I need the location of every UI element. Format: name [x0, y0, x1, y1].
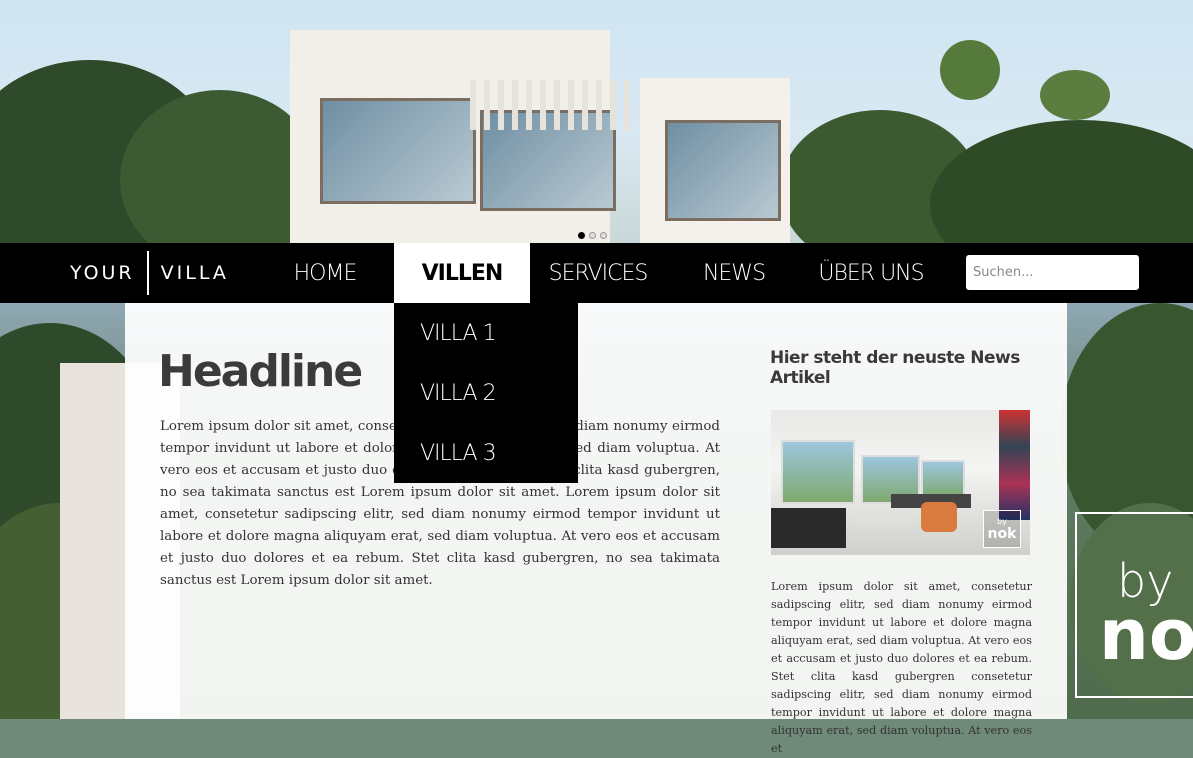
logo-divider — [146, 251, 149, 295]
logo-word-right: VILLA — [160, 262, 229, 284]
nav-item-news[interactable]: NEWS — [672, 243, 796, 303]
villen-dropdown: VILLA 1 VILLA 2 VILLA 3 — [394, 303, 578, 483]
brand-sign-name: no — [1099, 594, 1193, 676]
dropdown-item-villa-1[interactable]: VILLA 1 — [394, 303, 578, 363]
nav-item-home[interactable]: HOME — [270, 243, 380, 303]
main-navigation: YOUR VILLA HOME VILLEN SERVICES NEWS ÜBE… — [0, 243, 1193, 303]
nok-badge-brand: nok — [987, 525, 1017, 542]
news-body-text: Lorem ipsum dolor sit amet, consetetur s… — [771, 580, 1032, 755]
slider-dot-3[interactable] — [600, 232, 607, 239]
dropdown-item-villa-3[interactable]: VILLA 3 — [394, 423, 578, 483]
slider-dots — [578, 232, 607, 239]
nav-item-ueber-uns[interactable]: ÜBER UNS — [800, 243, 942, 303]
hero-image — [0, 0, 1193, 243]
dropdown-item-villa-2[interactable]: VILLA 2 — [394, 363, 578, 423]
site-logo[interactable]: YOUR VILLA — [70, 251, 229, 295]
slider-dot-2[interactable] — [589, 232, 596, 239]
nok-badge-by: by — [997, 516, 1007, 526]
nav-item-services[interactable]: SERVICES — [530, 243, 666, 303]
nav-item-villen[interactable]: VILLEN — [394, 243, 530, 303]
nok-badge-icon: by nok — [983, 510, 1021, 548]
page-headline: Headline — [158, 346, 363, 397]
search-input[interactable] — [966, 255, 1139, 290]
news-image[interactable]: by nok — [771, 410, 1030, 555]
brand-sign: by no — [1075, 512, 1193, 698]
slider-dot-1[interactable] — [578, 232, 585, 239]
logo-word-left: YOUR — [70, 262, 135, 284]
news-title[interactable]: Hier steht der neuste News Artikel — [770, 348, 1030, 388]
